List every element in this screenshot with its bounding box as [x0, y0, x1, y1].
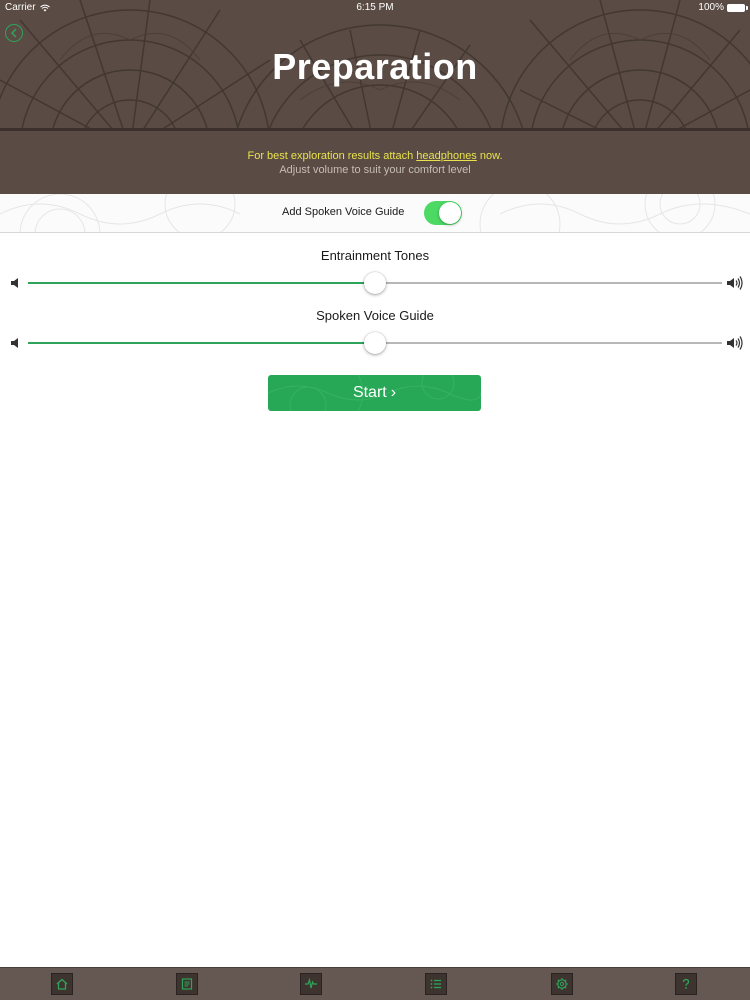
entrainment-tones-label: Entrainment Tones: [320, 248, 430, 263]
journal-icon: [181, 978, 193, 990]
chevron-right-icon: ›: [390, 384, 397, 401]
tab-home[interactable]: [51, 973, 73, 995]
page-title: Preparation: [272, 46, 478, 87]
volume-high-icon: [727, 276, 743, 290]
status-time: 6:15 PM: [356, 2, 394, 13]
status-bar: Carrier 6:15 PM 100%: [0, 0, 750, 16]
volume-high-icon: [727, 336, 743, 350]
entrainment-tones-slider-row: [0, 272, 750, 294]
toggle-knob: [439, 202, 461, 224]
headphones-hint: For best exploration results attach head…: [247, 150, 503, 162]
tab-settings[interactable]: [551, 973, 573, 995]
help-icon: [682, 978, 690, 989]
back-button[interactable]: [5, 24, 23, 42]
volume-low-icon: [11, 338, 18, 348]
tab-help[interactable]: [675, 973, 697, 995]
list-icon: [430, 979, 441, 989]
battery-icon: [727, 4, 748, 12]
gear-icon: [556, 978, 568, 990]
voice-guide-toggle-label: Add Spoken Voice Guide: [282, 206, 405, 218]
info-band: For best exploration results attach head…: [0, 131, 750, 194]
preparation-screen: Carrier 6:15 PM 100% Preparation For bes…: [0, 0, 750, 1000]
voice-guide-toggle-row: Add Spoken Voice Guide: [0, 194, 750, 233]
start-button[interactable]: Start ›: [268, 375, 481, 411]
entrainment-tones-slider[interactable]: [28, 272, 722, 294]
home-icon: [56, 978, 68, 990]
tab-list[interactable]: [425, 973, 447, 995]
chevron-left-icon: [10, 28, 17, 38]
slider-fill: [28, 282, 375, 284]
spoken-voice-guide-label: Spoken Voice Guide: [316, 308, 434, 323]
tab-bar: [0, 967, 750, 1000]
battery-percent: 100%: [698, 2, 724, 13]
spoken-voice-guide-slider-row: [0, 332, 750, 354]
start-label: Start: [352, 384, 387, 401]
waveform-icon: [305, 977, 317, 989]
headphones-link[interactable]: headphones: [416, 150, 477, 162]
header: Carrier 6:15 PM 100% Preparation: [0, 0, 750, 128]
volume-low-icon: [11, 278, 18, 288]
tab-sessions[interactable]: [300, 973, 322, 995]
slider-thumb[interactable]: [364, 332, 386, 354]
tab-journal[interactable]: [176, 973, 198, 995]
slider-fill: [28, 342, 375, 344]
slider-thumb[interactable]: [364, 272, 386, 294]
volume-hint: Adjust volume to suit your comfort level: [279, 164, 471, 176]
voice-guide-toggle[interactable]: [424, 201, 462, 225]
spoken-voice-guide-slider[interactable]: [28, 332, 722, 354]
